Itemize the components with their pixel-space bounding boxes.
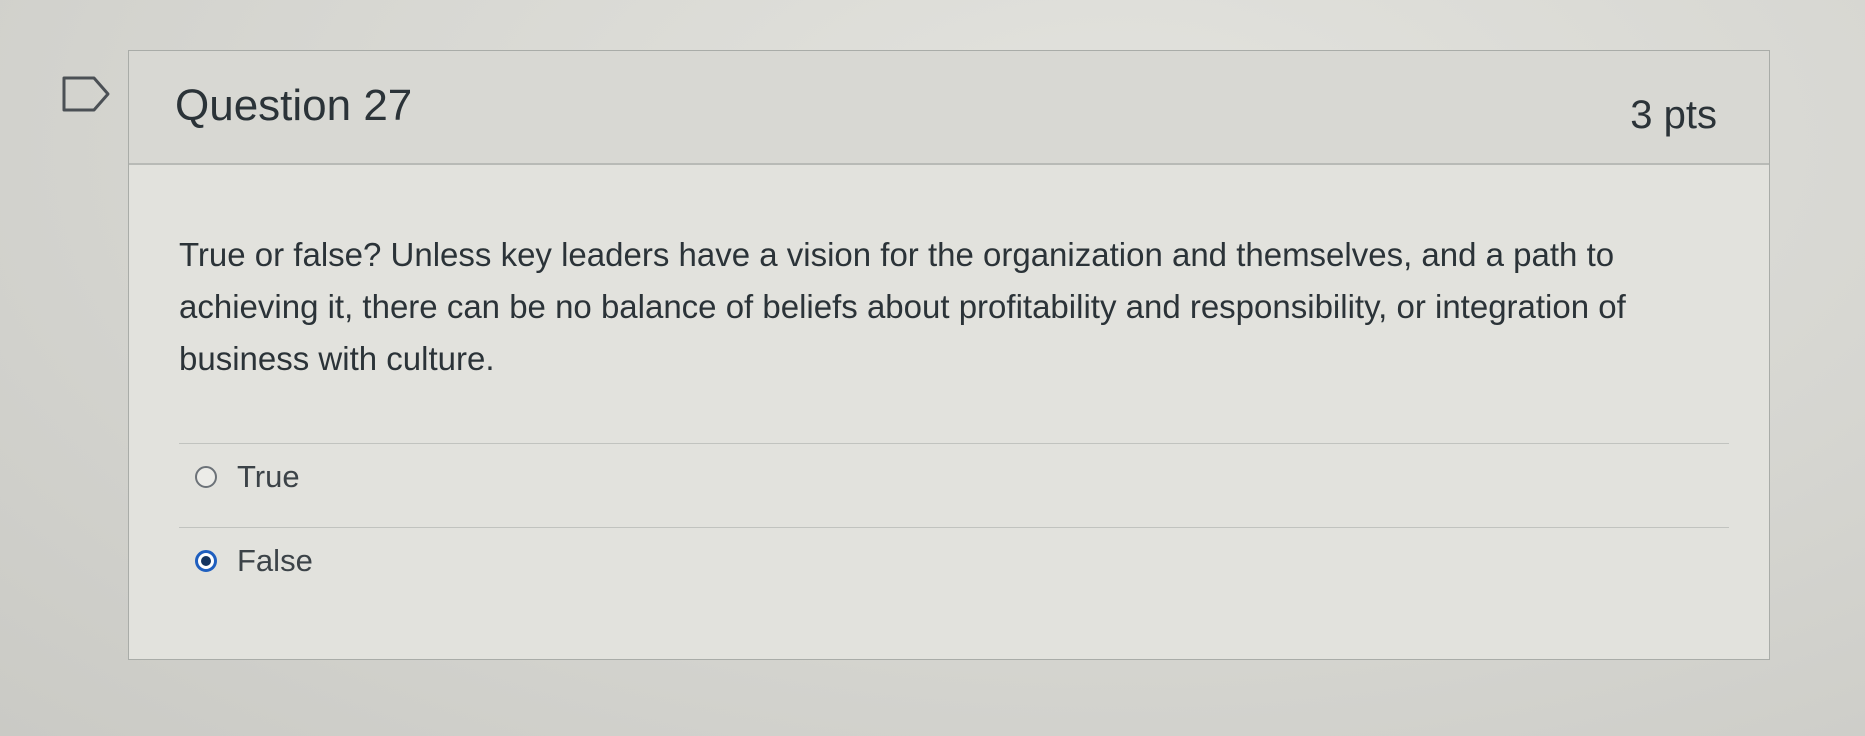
answer-divider	[179, 527, 1729, 528]
question-text: True or false? Unless key leaders have a…	[179, 236, 1626, 377]
question-title: Question 27	[175, 81, 413, 130]
flag-question-icon[interactable]	[60, 74, 112, 114]
answer-label-false: False	[237, 543, 313, 578]
radio-button-false[interactable]	[195, 550, 217, 572]
answer-divider	[179, 443, 1729, 444]
answer-option-true[interactable]: True	[195, 459, 300, 495]
radio-button-true[interactable]	[195, 466, 217, 488]
question-card: Question 27 3 pts True or false? Unless …	[128, 50, 1770, 660]
question-points: 3 pts	[1630, 93, 1717, 137]
question-header: Question 27 3 pts	[129, 51, 1769, 165]
answer-option-false[interactable]: False	[195, 543, 313, 579]
answer-label-true: True	[237, 459, 300, 494]
